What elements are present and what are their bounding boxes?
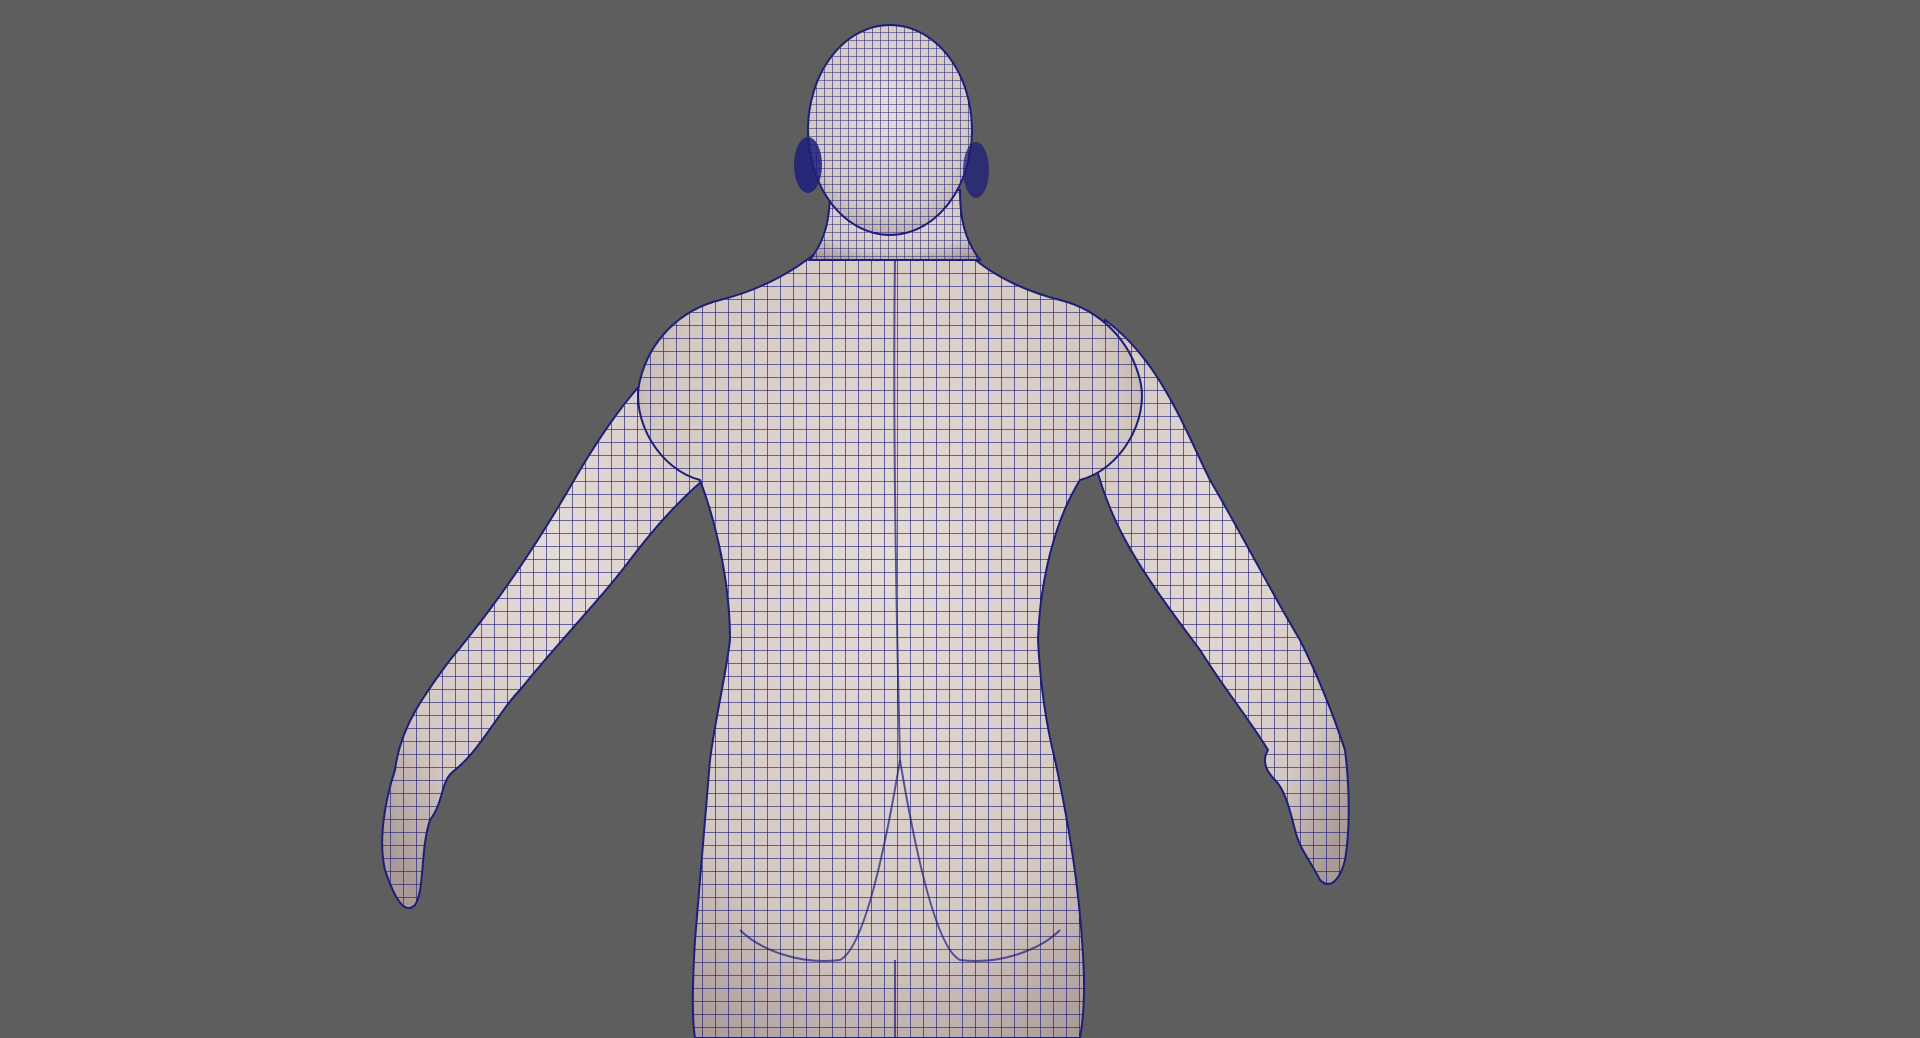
left-ear-mesh (794, 137, 822, 193)
wireframe-character-model[interactable] (0, 0, 1920, 1038)
3d-viewport[interactable] (0, 0, 1920, 1038)
torso-mesh (637, 239, 1143, 1038)
right-ear-mesh (963, 142, 989, 198)
